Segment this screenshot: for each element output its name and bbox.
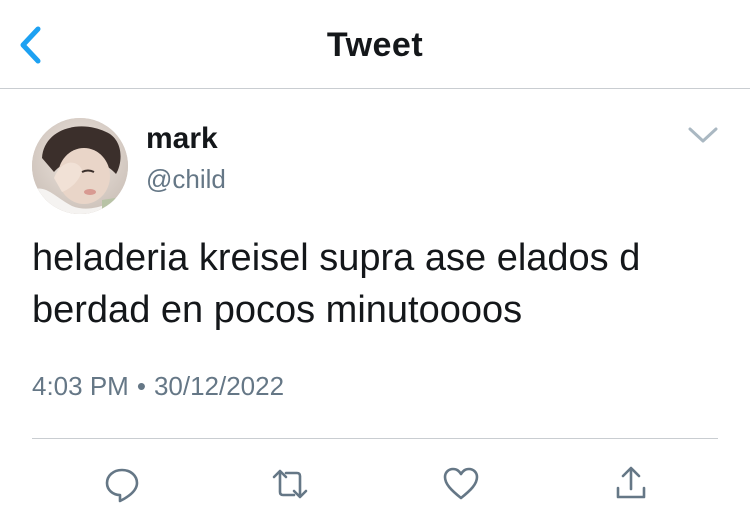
author-display-name[interactable]: mark bbox=[146, 121, 218, 157]
tweet-timestamp[interactable]: 4:03 PM • 30/12/2022 bbox=[32, 369, 284, 403]
tweet-time: 4:03 PM bbox=[32, 371, 129, 401]
meta-separator: • bbox=[136, 371, 146, 401]
divider bbox=[32, 438, 718, 439]
like-icon bbox=[443, 467, 479, 500]
share-icon bbox=[616, 466, 646, 499]
tweet-date: 30/12/2022 bbox=[153, 371, 285, 401]
avatar[interactable] bbox=[32, 118, 128, 214]
page-title: Tweet bbox=[326, 26, 424, 64]
share-button[interactable] bbox=[611, 464, 651, 504]
like-button[interactable] bbox=[441, 464, 481, 504]
header-bar: Tweet bbox=[0, 0, 750, 89]
avatar-photo bbox=[32, 118, 128, 214]
chevron-down-icon bbox=[688, 127, 718, 143]
reply-button[interactable] bbox=[102, 464, 142, 504]
tweet-text: heladeria kreisel supra ase elados d ber… bbox=[32, 237, 641, 331]
author-handle[interactable]: @child bbox=[146, 163, 226, 195]
tweet-detail-screen: Tweet mark @child heladeria kreisel supr… bbox=[0, 0, 750, 525]
tweet-options-button[interactable] bbox=[686, 124, 720, 146]
retweet-button[interactable] bbox=[270, 464, 310, 504]
reply-icon bbox=[105, 468, 139, 503]
retweet-icon bbox=[272, 469, 308, 499]
